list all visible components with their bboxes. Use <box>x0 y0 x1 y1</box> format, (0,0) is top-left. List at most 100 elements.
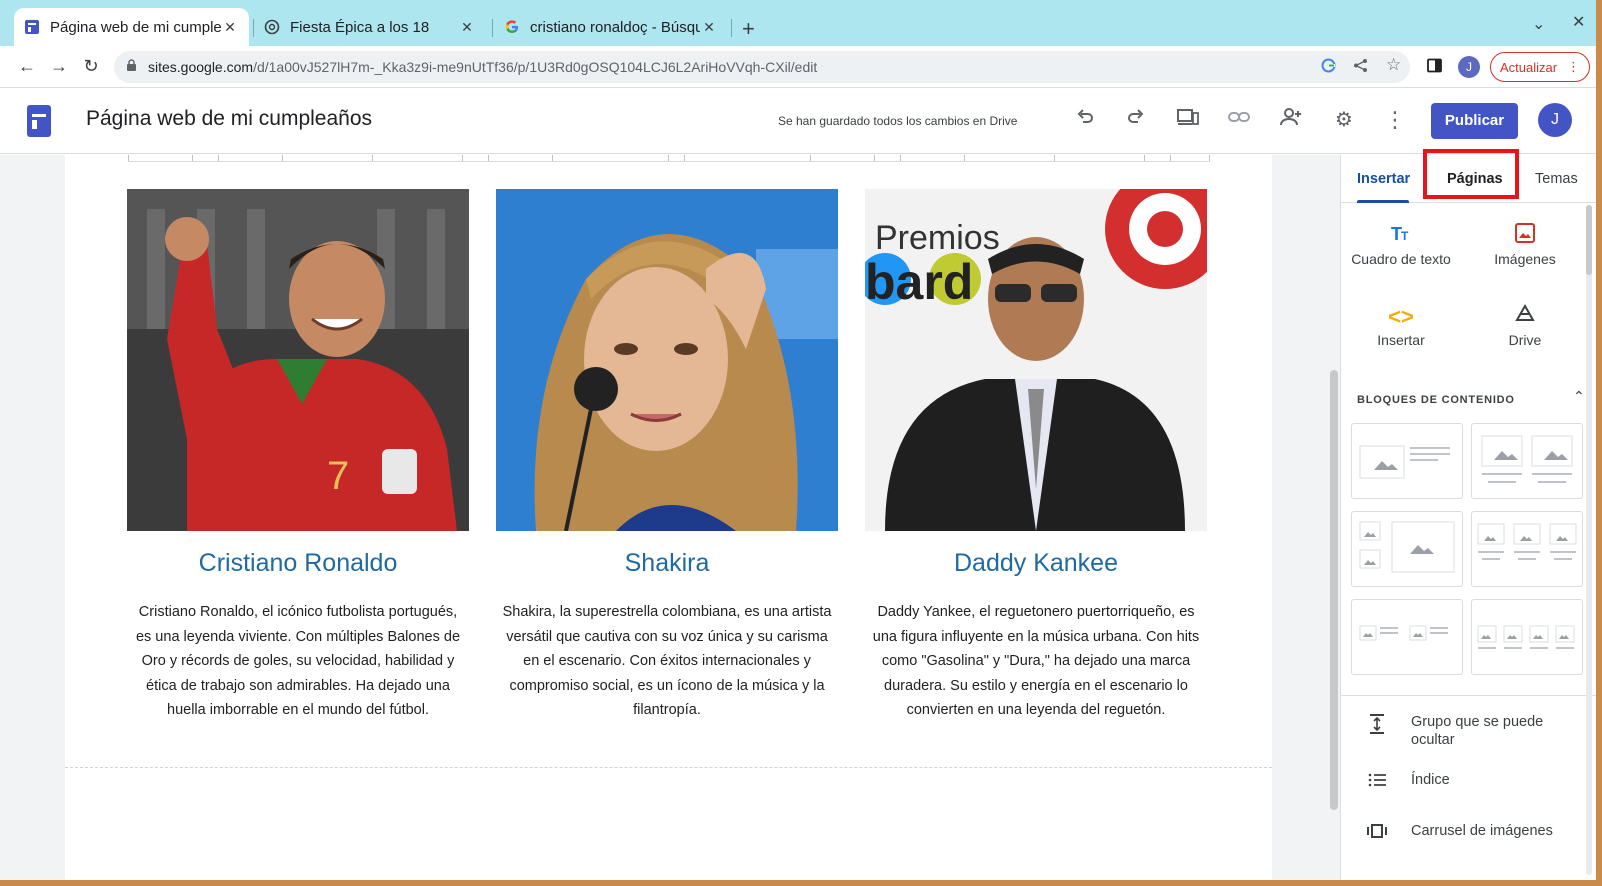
chatgpt-icon <box>264 19 280 35</box>
tab-title: cristiano ronaldoç - Búsqueda de Google <box>530 18 700 36</box>
insert-item-label: Cuadro de texto <box>1351 251 1451 267</box>
preview-devices-icon[interactable] <box>1174 106 1202 134</box>
site-page[interactable]: 7 Cristiano Ronaldo Cristiano Ronaldo, e… <box>65 155 1272 880</box>
sites-header: Página web de mi cumpleaños Se han guard… <box>0 88 1596 154</box>
right-sidebar: Insertar Páginas Temas TT Cuadro de text… <box>1340 149 1596 880</box>
lock-icon <box>126 59 138 75</box>
google-sites-icon <box>24 19 40 35</box>
person-card[interactable]: Premios bard Daddy Kankee Daddy Yankee, … <box>865 189 1207 723</box>
more-options-icon[interactable]: ⋮ <box>1381 106 1409 134</box>
back-arrow-icon[interactable]: ← <box>15 54 39 78</box>
bookmark-star-icon[interactable]: ☆ <box>1386 55 1401 75</box>
forward-arrow-icon[interactable]: → <box>47 54 71 78</box>
tab-search-chevron-icon[interactable]: ⌄ <box>1532 14 1545 34</box>
insert-item-label: Insertar <box>1377 332 1425 348</box>
insert-drive[interactable]: Drive <box>1465 302 1585 348</box>
profile-avatar[interactable]: J <box>1458 56 1480 78</box>
person-photo[interactable]: Premios bard <box>865 189 1207 531</box>
close-tab-icon[interactable]: ✕ <box>700 19 718 36</box>
svg-text:7: 7 <box>327 454 349 498</box>
insert-collapsible-group[interactable]: Grupo que se puede ocultar <box>1365 713 1571 749</box>
tab-google-search[interactable]: cristiano ronaldoç - Búsqueda de Google … <box>494 8 728 46</box>
list-item-label: Grupo que se puede ocultar <box>1411 714 1544 748</box>
share-icon[interactable] <box>1353 58 1368 77</box>
person-description[interactable]: Daddy Yankee, el reguetonero puertorriqu… <box>865 600 1207 723</box>
google-lens-icon[interactable] <box>1321 58 1336 77</box>
settings-gear-icon[interactable]: ⚙ <box>1330 106 1358 134</box>
svg-text:bard: bard <box>865 254 973 310</box>
tab-chatgpt[interactable]: Fiesta Épica a los 18 ✕ <box>254 8 486 46</box>
insert-item-label: Drive <box>1508 332 1542 348</box>
collapsible-group-icon <box>1365 713 1389 740</box>
embed-icon: <> <box>1388 304 1414 329</box>
tab-title: Página web de mi cumpleaños <box>50 18 221 36</box>
person-name[interactable]: Cristiano Ronaldo <box>127 549 469 578</box>
link-icon[interactable] <box>1225 106 1253 134</box>
sidebar-scrollbar-thumb[interactable] <box>1586 205 1592 275</box>
canvas-scrollbar[interactable] <box>1330 370 1338 810</box>
annotation-highlight-box <box>1423 149 1519 199</box>
person-card[interactable]: 7 Cristiano Ronaldo Cristiano Ronaldo, e… <box>127 189 469 723</box>
content-block-layout[interactable] <box>1471 511 1583 587</box>
content-block-layout[interactable] <box>1471 423 1583 499</box>
person-name[interactable]: Shakira <box>496 549 838 578</box>
url-path: /d/1a00vJ527lH7m-_Kka3z9i-me9nUtTf36/p/1… <box>253 59 818 75</box>
person-card[interactable]: Shakira Shakira, la superestrella colomb… <box>496 189 838 723</box>
close-tab-icon[interactable]: ✕ <box>458 19 476 36</box>
update-label: Actualizar <box>1499 59 1558 75</box>
insert-table-of-contents[interactable]: Índice <box>1365 772 1450 793</box>
insert-images[interactable]: Imágenes <box>1465 221 1585 267</box>
person-description[interactable]: Cristiano Ronaldo, el icónico futbolista… <box>127 600 469 723</box>
person-photo[interactable] <box>496 189 838 531</box>
google-icon <box>504 19 520 35</box>
reload-icon[interactable]: ↻ <box>79 54 103 78</box>
text-box-icon: TT <box>1341 221 1461 251</box>
content-block-layout[interactable] <box>1471 599 1583 675</box>
address-bar[interactable]: sites.google.com/d/1a00vJ527lH7m-_Kka3z9… <box>114 51 1410 83</box>
image-icon <box>1465 221 1585 251</box>
person-photo[interactable]: 7 <box>127 189 469 531</box>
insert-image-carousel[interactable]: Carrusel de imágenes <box>1365 823 1553 844</box>
insert-text-box[interactable]: TT Cuadro de texto <box>1341 221 1461 267</box>
undo-icon[interactable] <box>1071 106 1099 134</box>
tab-insert[interactable]: Insertar <box>1357 171 1410 187</box>
window-close-icon[interactable]: ✕ <box>1572 12 1585 32</box>
tab-themes[interactable]: Temas <box>1535 171 1578 187</box>
add-person-icon[interactable] <box>1277 106 1305 134</box>
content-block-layout[interactable] <box>1351 599 1463 675</box>
chevron-up-icon[interactable]: ⌃ <box>1573 388 1585 405</box>
save-status: Se han guardado todos los cambios en Dri… <box>778 114 1018 128</box>
editor-canvas: 7 Cristiano Ronaldo Cristiano Ronaldo, e… <box>0 155 1340 880</box>
tab-title: Fiesta Épica a los 18 <box>290 18 430 36</box>
sidebar-scrollbar[interactable] <box>1586 205 1592 875</box>
new-tab-button[interactable]: + <box>742 16 755 42</box>
redo-icon[interactable] <box>1122 106 1150 134</box>
tab-strip: Página web de mi cumpleaños ✕ Fiesta Épi… <box>0 0 1596 46</box>
content-block-layout[interactable] <box>1351 423 1463 499</box>
update-button[interactable]: Actualizar ⋮ <box>1490 52 1590 82</box>
sidebar-tabs: Insertar Páginas Temas <box>1341 149 1596 203</box>
insert-embed[interactable]: <> Insertar <box>1341 302 1461 348</box>
publish-button[interactable]: Publicar <box>1431 103 1518 139</box>
drive-icon <box>1465 302 1585 332</box>
list-item-label: Índice <box>1411 772 1450 788</box>
side-panel-icon[interactable] <box>1427 58 1442 77</box>
google-sites-logo-icon[interactable] <box>27 105 51 137</box>
more-vert-icon: ⋮ <box>1567 59 1581 74</box>
user-avatar[interactable]: J <box>1538 103 1572 137</box>
svg-text:Premios: Premios <box>875 219 1000 257</box>
section-divider <box>65 767 1272 768</box>
browser-toolbar: ← → ↻ sites.google.com/d/1a00vJ527lH7m-_… <box>0 46 1596 88</box>
active-tab-indicator <box>1357 200 1409 203</box>
person-description[interactable]: Shakira, la superestrella colombiana, es… <box>496 600 838 723</box>
close-tab-icon[interactable]: ✕ <box>221 19 239 36</box>
content-block-layout[interactable] <box>1351 511 1463 587</box>
content-blocks-label: BLOQUES DE CONTENIDO <box>1357 394 1515 406</box>
layout-ruler <box>128 155 1210 162</box>
browser-window: Página web de mi cumpleaños ✕ Fiesta Épi… <box>0 0 1596 880</box>
site-title[interactable]: Página web de mi cumpleaños <box>86 107 372 131</box>
list-item-label: Carrusel de imágenes <box>1411 823 1553 839</box>
svg-text:T: T <box>1401 229 1409 243</box>
person-name[interactable]: Daddy Kankee <box>865 549 1207 578</box>
tab-sites[interactable]: Página web de mi cumpleaños ✕ <box>14 8 249 46</box>
